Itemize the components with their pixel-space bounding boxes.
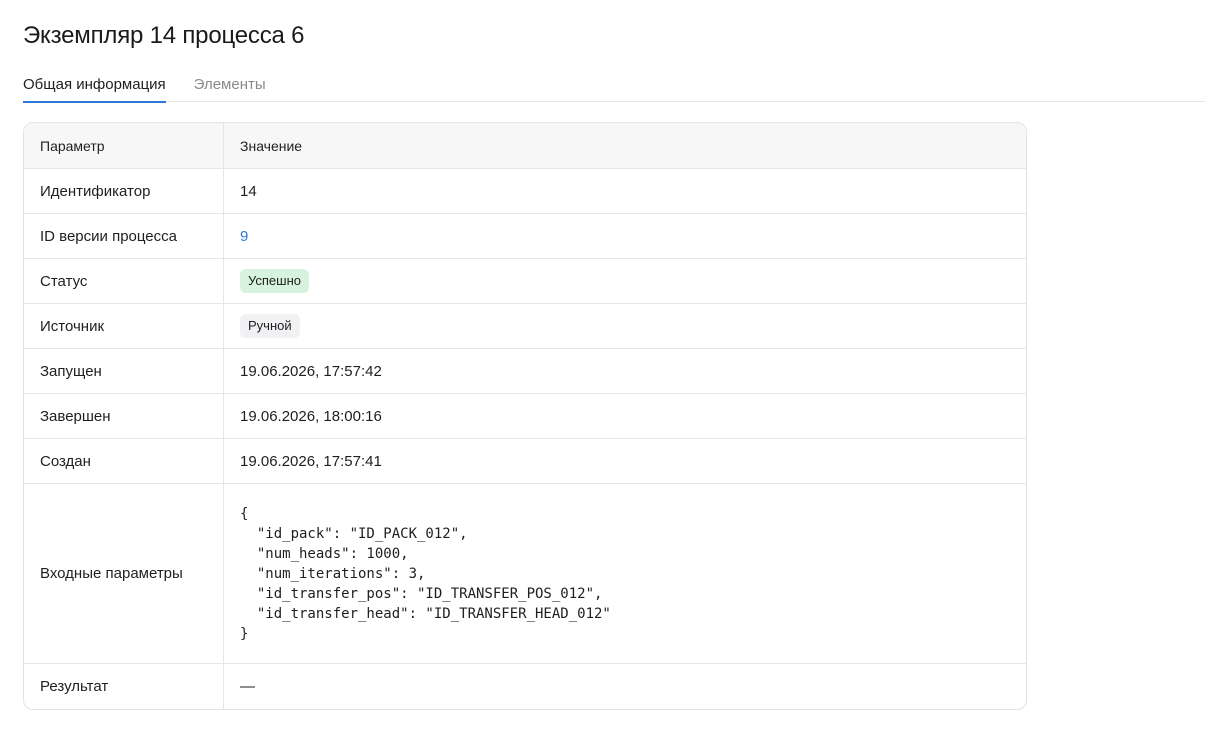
value-id: 14: [240, 182, 257, 200]
value-source-cell: Ручной: [224, 304, 1026, 348]
param-label-version: ID версии процесса: [24, 214, 224, 258]
value-version-cell: 9: [224, 214, 1026, 258]
value-started: 19.06.2026, 17:57:42: [240, 362, 382, 380]
table-row: Идентификатор 14: [24, 168, 1026, 213]
table-row: Статус Успешно: [24, 258, 1026, 303]
value-created: 19.06.2026, 17:57:41: [240, 452, 382, 470]
param-label-source: Источник: [24, 304, 224, 348]
param-label-result: Результат: [24, 664, 224, 709]
status-badge: Успешно: [240, 269, 309, 293]
value-result: —: [240, 678, 255, 695]
tab-bar: Общая информация Элементы: [23, 72, 1205, 103]
param-label-status: Статус: [24, 259, 224, 303]
value-input-cell: { "id_pack": "ID_PACK_012", "num_heads":…: [224, 484, 1026, 663]
tab-general-info[interactable]: Общая информация: [23, 72, 166, 103]
page: Экземпляр 14 процесса 6 Общая информация…: [0, 0, 1224, 745]
table-row: Результат —: [24, 663, 1026, 709]
param-label-id: Идентификатор: [24, 169, 224, 213]
process-version-link[interactable]: 9: [240, 228, 248, 245]
table-header-row: Параметр Значение: [24, 123, 1026, 168]
column-header-param: Параметр: [24, 123, 224, 168]
table-row: Завершен 19.06.2026, 18:00:16: [24, 393, 1026, 438]
source-badge: Ручной: [240, 314, 300, 338]
param-label-finished: Завершен: [24, 394, 224, 438]
tab-elements[interactable]: Элементы: [194, 72, 266, 102]
table-row: Создан 19.06.2026, 17:57:41: [24, 438, 1026, 483]
param-label-created: Создан: [24, 439, 224, 483]
details-table: Параметр Значение Идентификатор 14 ID ве…: [23, 122, 1027, 710]
table-row: Источник Ручной: [24, 303, 1026, 348]
page-title: Экземпляр 14 процесса 6: [23, 22, 305, 49]
input-params-json: { "id_pack": "ID_PACK_012", "num_heads":…: [240, 505, 611, 642]
table-row: ID версии процесса 9: [24, 213, 1026, 258]
param-label-started: Запущен: [24, 349, 224, 393]
param-label-input: Входные параметры: [24, 484, 224, 663]
column-header-value: Значение: [240, 137, 303, 154]
table-row: Запущен 19.06.2026, 17:57:42: [24, 348, 1026, 393]
value-finished: 19.06.2026, 18:00:16: [240, 407, 382, 425]
table-row: Входные параметры { "id_pack": "ID_PACK_…: [24, 483, 1026, 663]
value-status-cell: Успешно: [224, 259, 1026, 303]
